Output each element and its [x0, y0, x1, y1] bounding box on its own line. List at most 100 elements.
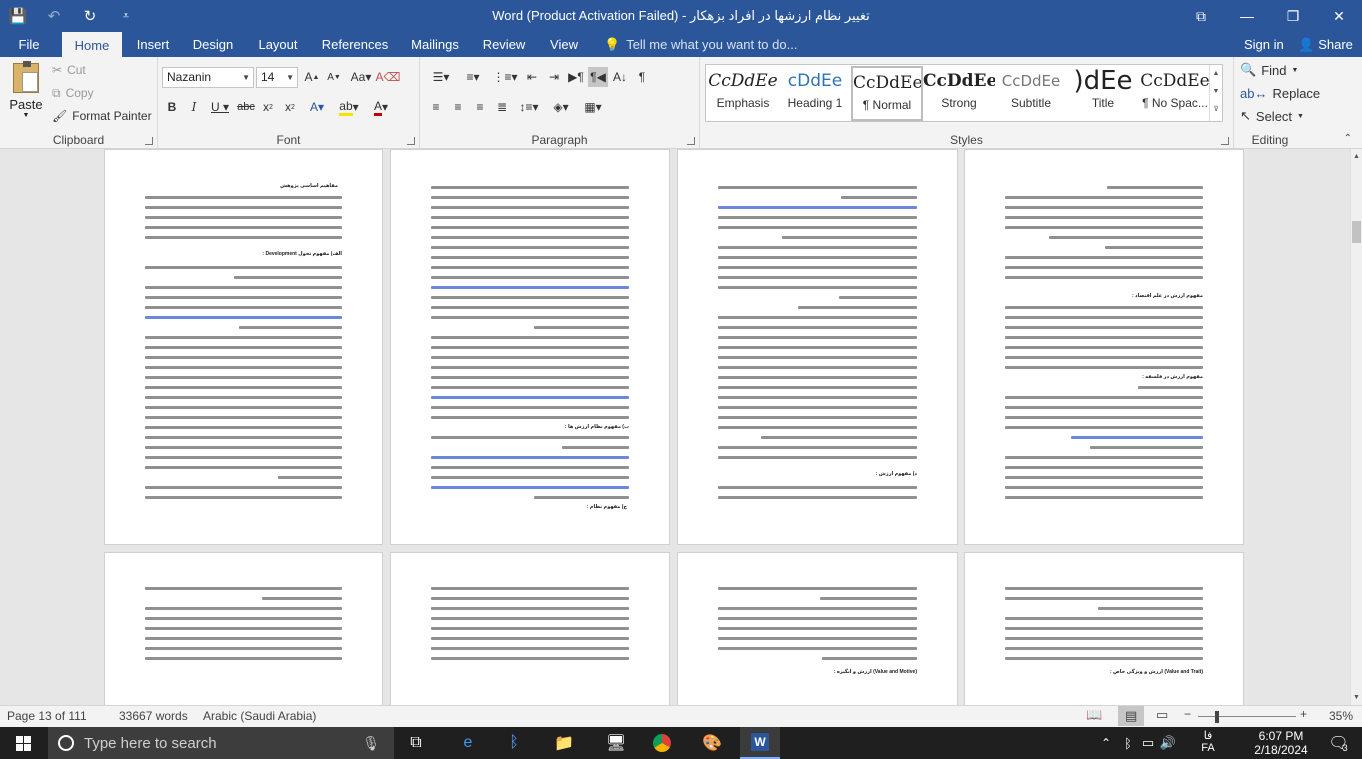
chevron-up-icon[interactable]: ▲	[1210, 65, 1222, 83]
redo-icon[interactable]: ↻	[72, 0, 108, 32]
restore-button[interactable]: ❐	[1270, 0, 1316, 32]
font-name-dropdown[interactable]: Nazanin ▼	[162, 67, 254, 88]
tell-me-box[interactable]: 💡 Tell me what you want to do...	[604, 32, 797, 57]
chevron-up-icon[interactable]: ▲	[1351, 153, 1362, 160]
volume-icon[interactable]: 🔊	[1148, 727, 1188, 759]
font-launcher-icon[interactable]	[407, 137, 415, 145]
file-explorer-icon[interactable]: 📁	[544, 727, 584, 759]
paragraph-launcher-icon[interactable]	[687, 137, 695, 145]
chrome-icon[interactable]	[642, 727, 682, 759]
zoom-level[interactable]: 35%	[1329, 709, 1353, 723]
justify-icon[interactable]: ≣	[492, 97, 512, 117]
tab-home[interactable]: Home	[62, 32, 122, 57]
page-count[interactable]: Page 13 of 111	[7, 709, 87, 723]
read-mode-icon[interactable]: 📖	[1086, 707, 1102, 723]
copy-button[interactable]: ⧉ Copy	[52, 82, 94, 104]
close-button[interactable]: ✕	[1316, 0, 1362, 32]
windows-start-icon[interactable]	[3, 727, 43, 759]
paste-button[interactable]: Paste ▼	[6, 61, 46, 125]
vertical-scrollbar[interactable]: ▲ ▼	[1350, 149, 1362, 705]
tab-layout[interactable]: Layout	[252, 32, 304, 57]
clock[interactable]: 6:07 PM 2/18/2024	[1250, 729, 1312, 757]
strikethrough-icon[interactable]: abc	[236, 97, 256, 117]
input-language[interactable]: فا FA	[1198, 729, 1218, 754]
document-area[interactable]: مفاهیم اساسی پژوهش الف) مفهوم تحول Devel…	[0, 149, 1350, 705]
tab-review[interactable]: Review	[478, 32, 530, 57]
tab-references[interactable]: References	[318, 32, 392, 57]
borders-icon[interactable]: ▦▾	[578, 97, 608, 117]
paint-icon[interactable]: 🎨	[692, 727, 732, 759]
microphone-icon[interactable]: 🎙	[362, 735, 380, 752]
italic-icon[interactable]: I	[184, 97, 204, 117]
zoom-in-icon[interactable]: +	[1300, 707, 1307, 721]
bluetooth-app-icon[interactable]: ᛒ	[494, 727, 534, 759]
chevron-down-icon[interactable]: ▼	[1353, 694, 1360, 701]
line-spacing-icon[interactable]: ↕≡▾	[514, 97, 544, 117]
style-emphasis[interactable]: CcDdEe Emphasis	[707, 66, 779, 121]
change-case-icon[interactable]: Aa▾	[346, 67, 376, 87]
align-center-icon[interactable]: ≡	[448, 97, 468, 117]
cut-button[interactable]: ✂ Cut	[52, 59, 86, 81]
style-strong[interactable]: CcDdEe Strong	[923, 66, 995, 121]
grow-font-icon[interactable]: A ▲	[302, 67, 322, 87]
ltr-icon[interactable]: ▶¶	[566, 67, 586, 87]
multilevel-list-icon[interactable]: ⋮≡▾	[490, 67, 520, 87]
bullets-icon[interactable]: ☰▾	[426, 67, 456, 87]
scroll-thumb[interactable]	[1352, 221, 1361, 243]
font-color-icon[interactable]: A ▾	[366, 97, 396, 117]
chevron-down-icon[interactable]: ▼	[1210, 83, 1222, 101]
style-heading-1[interactable]: cDdEe Heading 1	[779, 66, 851, 121]
minimize-button[interactable]: —	[1224, 0, 1270, 32]
style-no-spacing[interactable]: CcDdEe ¶ No Spac...	[1139, 66, 1211, 121]
zoom-slider-thumb[interactable]	[1215, 711, 1219, 723]
sort-icon[interactable]: A↓	[610, 67, 630, 87]
clipboard-launcher-icon[interactable]	[145, 137, 153, 145]
task-view-icon[interactable]: ⧉	[396, 727, 436, 759]
style-subtitle[interactable]: CcDdEe Subtitle	[995, 66, 1067, 121]
subscript-icon[interactable]: x2	[258, 97, 278, 117]
computer-icon[interactable]: 🖥	[596, 727, 636, 759]
select-button[interactable]: ↖ Select ▼	[1240, 105, 1304, 127]
decrease-indent-icon[interactable]: ⇤	[522, 67, 542, 87]
customize-icon[interactable]: ⩡	[108, 0, 144, 32]
tab-insert[interactable]: Insert	[130, 32, 176, 57]
align-right-icon[interactable]: ≡	[470, 97, 490, 117]
align-left-icon[interactable]: ≡	[426, 97, 446, 117]
save-icon[interactable]: 💾	[0, 0, 36, 32]
increase-indent-icon[interactable]: ⇥	[544, 67, 564, 87]
tab-design[interactable]: Design	[188, 32, 238, 57]
zoom-out-icon[interactable]: −	[1184, 707, 1191, 721]
tab-view[interactable]: View	[544, 32, 584, 57]
share-button[interactable]: 👤 Share	[1298, 32, 1353, 57]
zoom-slider[interactable]	[1198, 716, 1296, 717]
show-formatting-icon[interactable]: ¶	[632, 67, 652, 87]
undo-icon[interactable]: ↶	[36, 0, 72, 32]
font-size-dropdown[interactable]: 14 ▼	[256, 67, 298, 88]
shading-icon[interactable]: ◈▾	[546, 97, 576, 117]
numbering-icon[interactable]: ≡▾	[458, 67, 488, 87]
clear-formatting-icon[interactable]: A⌫	[376, 67, 401, 87]
superscript-icon[interactable]: x2	[280, 97, 300, 117]
more-icon[interactable]: ⊽	[1210, 101, 1222, 119]
language-indicator[interactable]: Arabic (Saudi Arabia)	[203, 709, 316, 723]
sign-in-link[interactable]: Sign in	[1244, 32, 1284, 57]
web-layout-icon[interactable]: ▭	[1156, 707, 1168, 723]
word-taskbar-icon[interactable]: W	[740, 727, 780, 759]
bold-icon[interactable]: B	[162, 97, 182, 117]
print-layout-icon[interactable]: ▤	[1118, 706, 1144, 726]
tab-file[interactable]: File	[8, 32, 50, 57]
tab-mailings[interactable]: Mailings	[406, 32, 464, 57]
format-painter-button[interactable]: 🖌 Format Painter	[52, 105, 152, 127]
rtl-icon[interactable]: ¶◀	[588, 67, 608, 87]
ribbon-display-icon[interactable]: ⧉	[1178, 0, 1224, 32]
taskbar-search[interactable]: Type here to search 🎙	[48, 727, 394, 759]
find-button[interactable]: 🔍 Find ▼	[1240, 59, 1298, 81]
collapse-ribbon-icon[interactable]: ⌃	[1344, 133, 1352, 144]
edge-icon[interactable]: e	[448, 727, 488, 759]
highlight-icon[interactable]: ab ▾	[334, 97, 364, 117]
underline-icon[interactable]: U ▾	[206, 97, 234, 117]
styles-launcher-icon[interactable]	[1221, 137, 1229, 145]
styles-gallery-scroll[interactable]: ▲ ▼ ⊽	[1209, 65, 1222, 121]
replace-button[interactable]: ab↔ Replace	[1240, 82, 1320, 104]
text-effects-icon[interactable]: A▾	[302, 97, 332, 117]
